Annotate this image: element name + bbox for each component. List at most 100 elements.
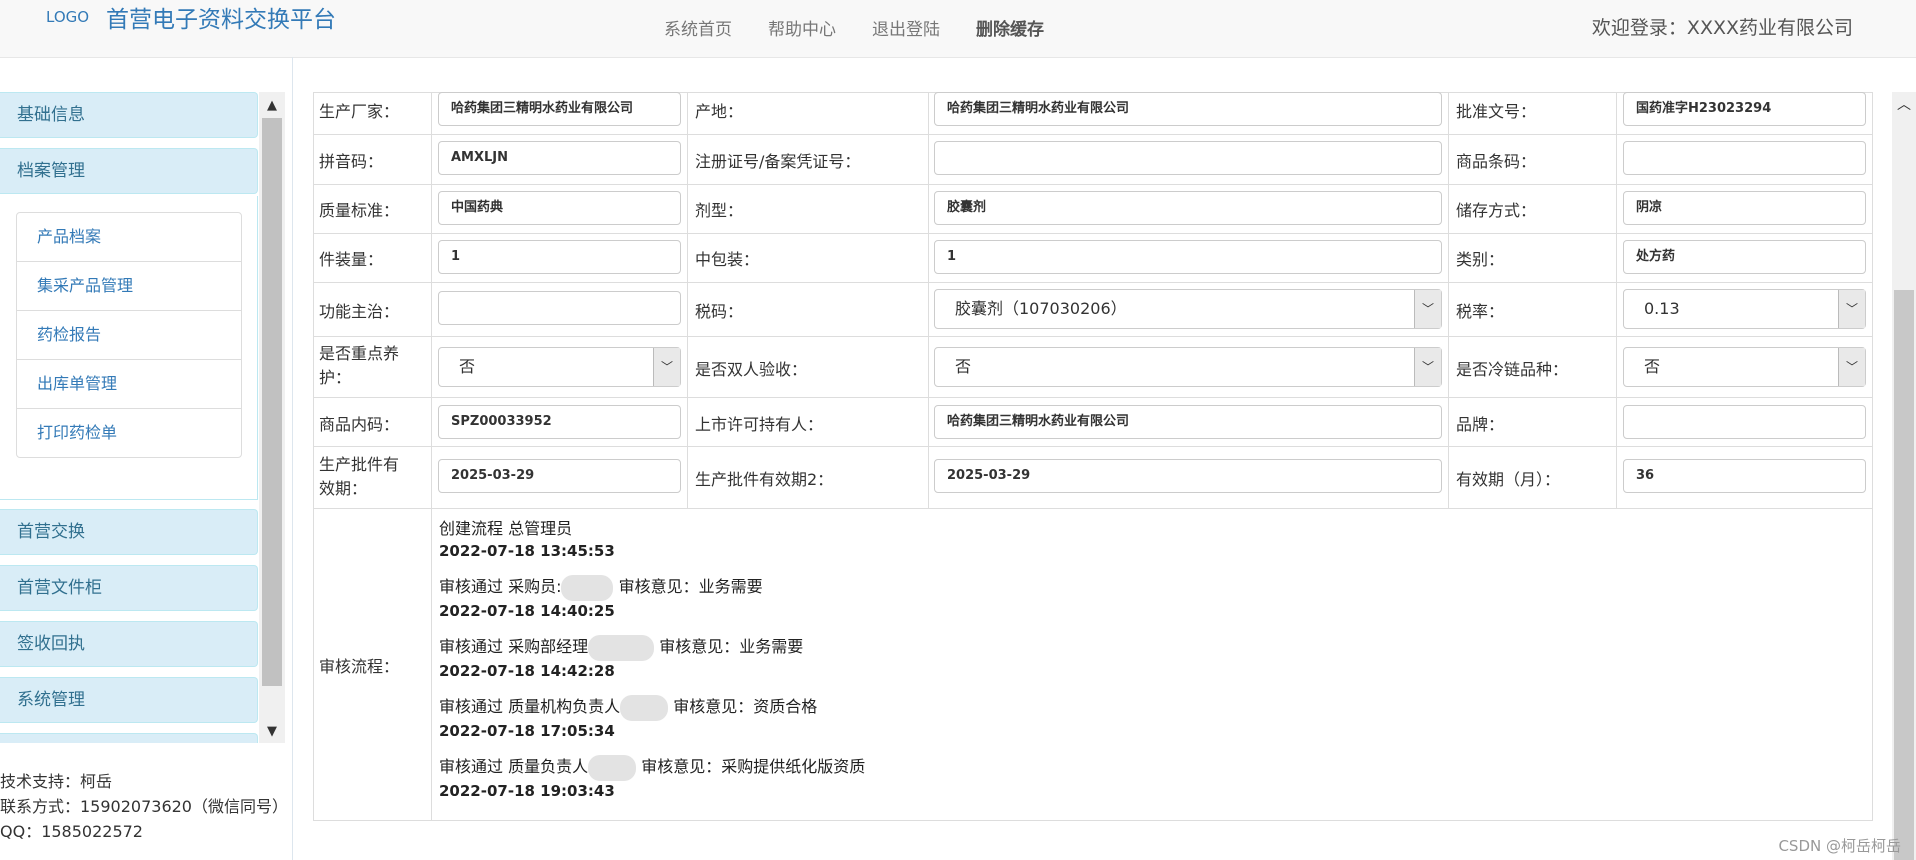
sidebar-item-basic-info[interactable]: 基础信息: [0, 92, 258, 138]
scroll-down-icon[interactable]: ▼: [259, 720, 285, 744]
cold-chain-select[interactable]: 否 ﹀: [1623, 347, 1866, 387]
nav-home-link[interactable]: 系统首页: [664, 15, 732, 40]
pack-field[interactable]: 1: [438, 240, 681, 274]
nav-logout-link[interactable]: 退出登陆: [872, 15, 940, 40]
sidebar-item-receipt[interactable]: 签收回执: [0, 621, 258, 667]
sidebar: 基础信息 档案管理 产品档案 集采产品管理 药检报告 出库单管理 打印药检单 首…: [0, 92, 258, 743]
taxrate-label: 税率：: [1456, 302, 1505, 321]
approval-field[interactable]: 国药准字H23023294: [1623, 92, 1866, 126]
flow-step-5-date: 2022-07-18 19:03:43: [439, 782, 615, 800]
dosage-field[interactable]: 胶囊剂: [934, 191, 1442, 225]
taxcode-value: 胶囊剂（107030206）: [955, 299, 1127, 318]
page-scroll-up-icon[interactable]: ︿: [1892, 94, 1916, 114]
midpack-field[interactable]: 1: [934, 240, 1442, 274]
sidebar-item-system[interactable]: 系统管理: [0, 677, 258, 723]
storage-field[interactable]: 阴凉: [1623, 191, 1866, 225]
sidebar-item-cabinet[interactable]: 首营文件柜: [0, 565, 258, 611]
sidebar-item-exchange[interactable]: 首营交换: [0, 509, 258, 555]
valid-date-field[interactable]: 2025-03-29: [438, 459, 681, 493]
cold-chain-label: 是否冷链品种：: [1456, 360, 1569, 379]
brand-label: 品牌：: [1456, 415, 1505, 434]
barcode-field[interactable]: [1623, 141, 1866, 175]
flow-step-4: 审核通过 质量机构负责人 审核意见：资质合格: [439, 693, 817, 721]
quality-field[interactable]: 中国药典: [438, 191, 681, 225]
flow-step-opinion: 审核意见：业务需要: [618, 577, 763, 596]
flow-step-opinion: 审核意见：资质合格: [673, 697, 818, 716]
quality-label: 质量标准：: [319, 201, 400, 220]
keycare-label-line1: 是否重点养: [319, 344, 400, 363]
sidebar-item-archive[interactable]: 档案管理: [0, 148, 258, 194]
chevron-down-icon[interactable]: ﹀: [1414, 348, 1441, 386]
flow-step-4-date: 2022-07-18 17:05:34: [439, 722, 615, 740]
submenu-product-archive[interactable]: 产品档案: [17, 213, 241, 262]
double-check-label: 是否双人验收：: [695, 360, 808, 379]
qq-text: QQ：1585022572: [0, 822, 143, 841]
dosage-label: 剂型：: [695, 201, 744, 220]
manufacturer-field[interactable]: 哈药集团三精明水药业有限公司: [438, 92, 681, 126]
redacted-name: [620, 694, 669, 721]
indication-label: 功能主治：: [319, 302, 400, 321]
flow-step-text: 创建流程 总管理员: [439, 519, 573, 538]
submenu-outbound[interactable]: 出库单管理: [17, 360, 241, 409]
top-navbar: LOGO 首营电子资料交换平台 系统首页 帮助中心 退出登陆 删除缓存 欢迎登录…: [0, 0, 1916, 58]
chevron-down-icon[interactable]: ﹀: [1414, 290, 1441, 328]
origin-field[interactable]: 哈药集团三精明水药业有限公司: [934, 92, 1442, 126]
sidebar-item-more[interactable]: [0, 733, 258, 743]
double-check-select[interactable]: 否 ﹀: [934, 347, 1442, 387]
sidebar-scrollbar-thumb[interactable]: [262, 118, 282, 686]
holder-label: 上市许可持有人：: [695, 415, 824, 434]
taxcode-select[interactable]: 胶囊剂（107030206） ﹀: [934, 289, 1442, 329]
nav-help-link[interactable]: 帮助中心: [768, 15, 836, 40]
valid-label-line2: 效期：: [319, 479, 368, 498]
taxrate-value: 0.13: [1644, 299, 1680, 318]
category-field[interactable]: 处方药: [1623, 240, 1866, 274]
regno-label: 注册证号/备案凭证号：: [695, 152, 861, 171]
page-scrollbar-thumb[interactable]: [1894, 290, 1914, 860]
app-title[interactable]: 首营电子资料交换平台: [106, 0, 336, 34]
flow-step-3-date: 2022-07-18 14:42:28: [439, 662, 615, 680]
taxcode-label: 税码：: [695, 302, 744, 321]
flow-step-opinion: 审核意见：业务需要: [659, 637, 804, 656]
keycare-select[interactable]: 否 ﹀: [438, 347, 681, 387]
keycare-label-line2: 护：: [319, 368, 352, 387]
taxrate-select[interactable]: 0.13 ﹀: [1623, 289, 1866, 329]
approval-label: 批准文号：: [1456, 102, 1537, 121]
brand-field[interactable]: [1623, 405, 1866, 439]
valid-label-line1: 生产批件有: [319, 455, 400, 474]
flow-step-text: 审核通过 质量机构负责人: [439, 697, 621, 716]
top-nav: 系统首页 帮助中心 退出登陆 删除缓存: [664, 15, 1044, 40]
manufacturer-label: 生产厂家：: [319, 102, 400, 121]
nav-clear-cache-link[interactable]: 删除缓存: [976, 15, 1044, 40]
flow-step-text: 审核通过 采购部经理: [439, 637, 589, 656]
contact-text: 联系方式：15902073620（微信同号）: [0, 797, 288, 816]
submenu-print-report[interactable]: 打印药检单: [17, 409, 241, 457]
chevron-down-icon[interactable]: ﹀: [653, 348, 680, 386]
period-field[interactable]: 36: [1623, 459, 1866, 493]
regno-field[interactable]: [934, 141, 1442, 175]
redacted-name: [588, 754, 637, 781]
valid2-date-field[interactable]: 2025-03-29: [934, 459, 1442, 493]
pack-label: 件装量：: [319, 250, 384, 269]
chevron-down-icon[interactable]: ﹀: [1838, 348, 1865, 386]
archive-submenu: 产品档案 集采产品管理 药检报告 出库单管理 打印药检单: [0, 196, 258, 500]
pinyin-field[interactable]: AMXLJN: [438, 141, 681, 175]
redacted-name: [588, 634, 655, 661]
chevron-down-icon[interactable]: ﹀: [1838, 290, 1865, 328]
indication-field[interactable]: [438, 291, 681, 325]
tech-support-text: 技术支持：柯岳: [0, 772, 113, 791]
keycare-value: 否: [459, 357, 476, 376]
valid2-label: 生产批件有效期2：: [695, 470, 834, 489]
submenu-drug-report[interactable]: 药检报告: [17, 311, 241, 360]
category-label: 类别：: [1456, 250, 1505, 269]
holder-field[interactable]: 哈药集团三精明水药业有限公司: [934, 405, 1442, 439]
code-field[interactable]: SPZ00033952: [438, 405, 681, 439]
logo[interactable]: LOGO: [46, 8, 89, 26]
scroll-up-icon[interactable]: ▲: [259, 94, 285, 118]
flow-step-2-date: 2022-07-18 14:40:25: [439, 602, 615, 620]
cold-chain-value: 否: [1644, 357, 1661, 376]
submenu-central-purchase[interactable]: 集采产品管理: [17, 262, 241, 311]
flow-step-text: 审核通过 质量负责人: [439, 757, 589, 776]
pinyin-label: 拼音码：: [319, 152, 384, 171]
flow-step-3: 审核通过 采购部经理 审核意见：业务需要: [439, 633, 803, 661]
flow-step-2: 审核通过 采购员: 审核意见：业务需要: [439, 573, 763, 601]
